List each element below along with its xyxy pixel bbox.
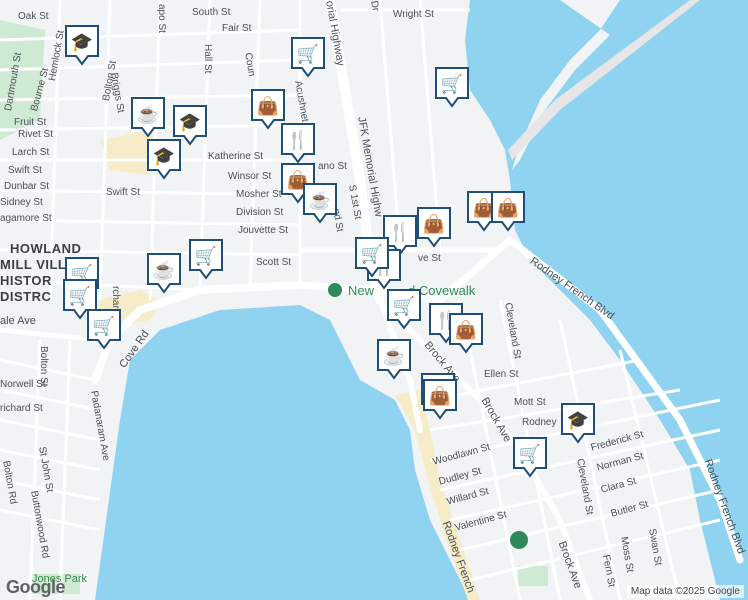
shopping-cart-icon: 🛒	[296, 43, 320, 64]
map-marker-shopping-cart[interactable]: 🛒	[434, 66, 470, 108]
map-marker-shopping-bag[interactable]: 👜	[490, 190, 526, 232]
street-label-mott: Mott St	[514, 397, 546, 408]
street-label-bolton-s: Bolton St	[38, 346, 49, 387]
map-marker-school[interactable]: 🎓	[64, 24, 100, 66]
map-marker-coffee[interactable]: ☕	[376, 338, 412, 380]
street-label-ellen: Ellen St	[484, 369, 519, 380]
street-label-division: Division St	[236, 207, 284, 218]
street-label-apo: apo St	[156, 4, 167, 33]
street-label-rivet: Rivet St	[18, 129, 54, 140]
map-marker-school[interactable]: 🎓	[560, 402, 596, 444]
map-marker-shopping-cart[interactable]: 🛒	[512, 436, 548, 478]
street-label-fruit: Fruit St	[14, 117, 47, 128]
street-label-dunbar: Dunbar St	[4, 181, 50, 192]
district-label-3: HISTOR	[0, 273, 52, 288]
map-marker-restaurant[interactable]: 🍴	[280, 122, 316, 164]
street-label-wright: Wright St	[393, 9, 434, 20]
shopping-cart-icon: 🛒	[440, 73, 464, 94]
map-marker-school[interactable]: 🎓	[146, 138, 182, 180]
street-label-richard: richard St	[0, 403, 43, 414]
street-label-dr: Dr	[368, 0, 381, 13]
map-marker-coffee[interactable]: ☕	[130, 96, 166, 138]
shopping-bag-icon: 👜	[454, 319, 478, 340]
shopping-cart-icon: 🛒	[360, 243, 384, 264]
street-label-winsor: Winsor St	[228, 171, 272, 182]
map-canvas[interactable]: Oak St South St Fair St Wright St apo St…	[0, 0, 748, 600]
coffee-icon: ☕	[136, 103, 160, 124]
shopping-bag-icon: 👜	[428, 385, 452, 406]
map-marker-shopping-cart[interactable]: 🛒	[354, 236, 390, 278]
coffee-icon: ☕	[308, 189, 332, 210]
map-marker-shopping-cart[interactable]: 🛒	[188, 238, 224, 280]
shopping-cart-icon: 🛒	[392, 295, 416, 316]
street-label-hall: Hall St	[202, 44, 213, 74]
street-label-south: South St	[192, 7, 231, 18]
shopping-cart-icon: 🛒	[68, 285, 92, 306]
map-marker-shopping-cart[interactable]: 🛒	[290, 36, 326, 78]
map-marker-shopping-bag[interactable]: 👜	[422, 378, 458, 420]
street-label-jouvette: Jouvette St	[238, 225, 289, 236]
street-label-fair: Fair St	[222, 23, 252, 34]
street-label-rodney: Rodney	[522, 417, 557, 428]
school-icon: 🎓	[70, 31, 94, 52]
coffee-icon: ☕	[152, 259, 176, 280]
street-label-ale: ale Ave	[0, 315, 36, 327]
street-label-ano: ano St	[318, 161, 347, 172]
restaurant-icon: 🍴	[286, 129, 310, 150]
school-icon: 🎓	[152, 145, 176, 166]
map-marker-shopping-bag[interactable]: 👜	[416, 206, 452, 248]
shopping-bag-icon: 👜	[496, 197, 520, 218]
shopping-cart-icon: 🛒	[194, 245, 218, 266]
school-icon: 🎓	[178, 111, 202, 132]
street-label-swift: Swift St	[106, 187, 140, 198]
park-icon-2[interactable]	[510, 531, 528, 549]
school-icon: 🎓	[566, 409, 590, 430]
map-copyright[interactable]: Map data ©2025 Google	[626, 585, 744, 598]
map-marker-shopping-bag[interactable]: 👜	[448, 312, 484, 354]
street-label-swift-w: Swift St	[8, 165, 42, 176]
map-marker-shopping-cart[interactable]: 🛒	[386, 288, 422, 330]
street-label-sidney: Sidney St	[0, 197, 43, 208]
shopping-cart-icon: 🛒	[92, 315, 116, 336]
street-label-larch: Larch St	[12, 147, 50, 158]
map-marker-shopping-cart[interactable]: 🛒	[86, 308, 122, 350]
district-label-4: DISTRC	[0, 289, 52, 304]
street-label-oak: Oak St	[18, 11, 49, 22]
street-label-katherine: Katherine St	[208, 151, 264, 162]
park-icon[interactable]	[328, 283, 342, 297]
shopping-cart-icon: 🛒	[518, 443, 542, 464]
shopping-bag-icon: 👜	[256, 95, 280, 116]
district-label-2: MILL VILL	[0, 257, 67, 272]
street-label-mosher: Mosher St	[236, 189, 282, 200]
street-label-sagamore: agamore St	[0, 213, 52, 224]
district-label-1: HOWLAND	[10, 241, 82, 256]
street-label-scott: Scott St	[256, 257, 292, 268]
street-label-cove-st: ve St	[418, 253, 441, 264]
google-logo: Google	[6, 577, 66, 597]
map-marker-coffee[interactable]: ☕	[302, 182, 338, 224]
shopping-bag-icon: 👜	[422, 213, 446, 234]
map-marker-coffee[interactable]: ☕	[146, 252, 182, 294]
coffee-icon: ☕	[382, 345, 406, 366]
